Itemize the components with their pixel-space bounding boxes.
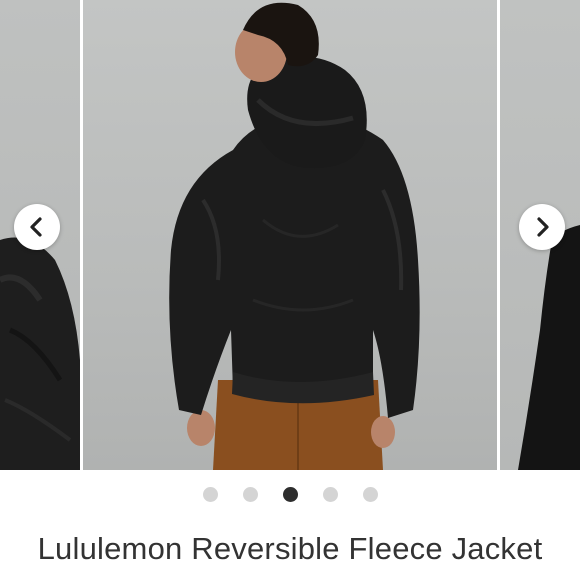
pagination-dot[interactable]	[242, 487, 258, 502]
pagination-dot[interactable]	[202, 487, 218, 502]
pagination-dot[interactable]	[362, 487, 378, 502]
product-title: Lululemon Reversible Fleece Jacket	[37, 531, 543, 566]
chevron-right-icon	[537, 217, 549, 237]
pagination-dot-active[interactable]	[282, 487, 298, 502]
model-jacket-image	[169, 2, 420, 470]
next-image-button[interactable]	[519, 204, 565, 250]
carousel-pagination	[0, 487, 580, 503]
slide-current[interactable]	[83, 0, 497, 470]
image-carousel[interactable]	[0, 0, 580, 470]
pagination-dot[interactable]	[322, 487, 338, 502]
previous-image-button[interactable]	[14, 204, 60, 250]
chevron-left-icon	[30, 217, 42, 237]
